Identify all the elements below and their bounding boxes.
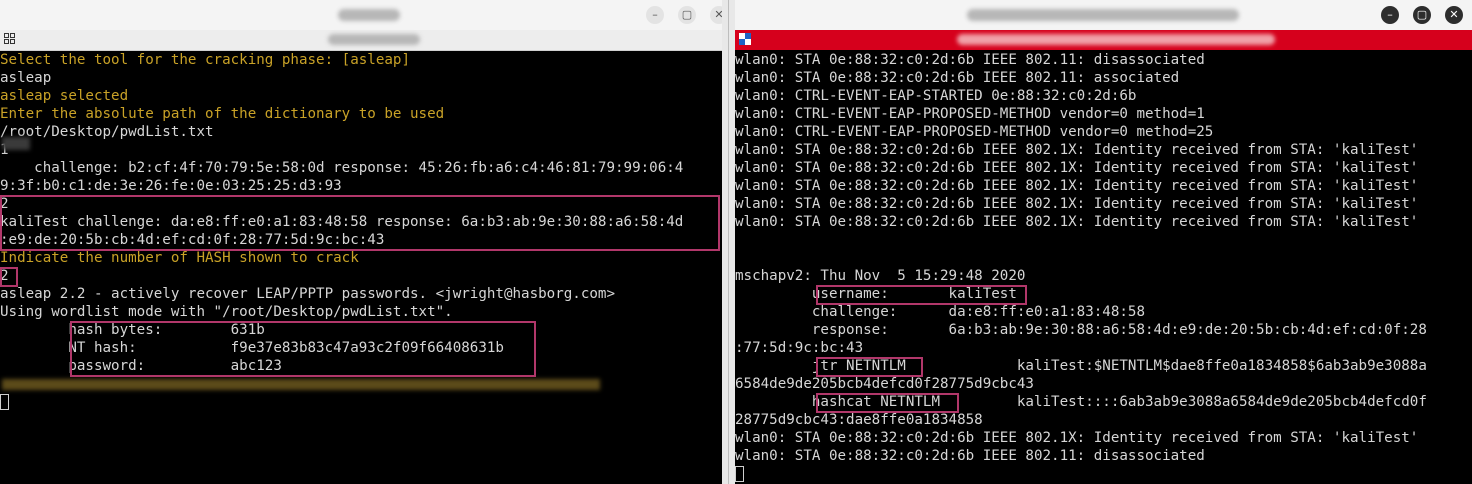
- right-terminal-line: wlan0: STA 0e:88:32:c0:2d:6b IEEE 802.1X…: [735, 430, 1419, 446]
- maximize-icon: ▢: [681, 8, 693, 21]
- left-terminal-line: challenge: b2:cf:4f:70:79:5e:58:0d respo…: [0, 160, 684, 176]
- terminal-menu-icon[interactable]: [739, 33, 751, 45]
- left-terminal-line: asleap: [0, 70, 52, 86]
- right-terminal-line: 6584de9de205bcb4defcd0f28775d9cbc43: [735, 376, 1034, 392]
- right-terminal-line: jtr NETNTLM kaliTest:$NETNTLM$dae8ffe0a1…: [735, 358, 1427, 374]
- right-terminal-line: wlan0: CTRL-EVENT-EAP-PROPOSED-METHOD ve…: [735, 106, 1205, 122]
- right-terminal-line: 28775d9cbc43:dae8ffe0a1834858: [735, 412, 983, 428]
- right-terminal-line: response: 6a:b3:ab:9e:30:88:a6:58:4d:e9:…: [735, 322, 1427, 338]
- left-terminal-line: 2: [0, 196, 9, 212]
- left-tab-title-blurred: [328, 34, 420, 45]
- maximize-button[interactable]: ▢: [1413, 6, 1431, 24]
- right-tab-title-blurred: [957, 34, 1275, 45]
- redacted-username: [2, 137, 30, 150]
- right-terminal-line: username: kaliTest: [735, 286, 1017, 302]
- minimize-button[interactable]: –: [1381, 6, 1399, 24]
- right-terminal-line: wlan0: STA 0e:88:32:c0:2d:6b IEEE 802.1X…: [735, 178, 1419, 194]
- left-terminal-line: kaliTest challenge: da:e8:ff:e0:a1:83:48…: [0, 214, 684, 230]
- right-cursor-line: [735, 465, 1472, 483]
- right-terminal-line: wlan0: STA 0e:88:32:c0:2d:6b IEEE 802.1X…: [735, 142, 1419, 158]
- right-terminal-output[interactable]: wlan0: STA 0e:88:32:c0:2d:6b IEEE 802.11…: [735, 51, 1472, 484]
- left-terminal-output[interactable]: Select the tool for the cracking phase: …: [0, 51, 722, 484]
- right-terminal-line: wlan0: STA 0e:88:32:c0:2d:6b IEEE 802.1X…: [735, 214, 1419, 230]
- right-terminal-line: hashcat NETNTLM kaliTest::::6ab3ab9e3088…: [735, 394, 1427, 410]
- minimize-icon: –: [652, 8, 658, 21]
- left-terminal-line: 2: [0, 268, 9, 284]
- left-terminal-line: Indicate the number of HASH shown to cra…: [0, 250, 359, 266]
- left-titlebar[interactable]: – ▢ ✕: [0, 0, 722, 31]
- window-divider[interactable]: [722, 0, 735, 484]
- close-icon: ✕: [714, 8, 722, 21]
- left-window-title-blurred: [338, 9, 400, 21]
- left-terminal-line: Enter the absolute path of the dictionar…: [0, 106, 445, 122]
- right-terminal-line: mschapv2: Thu Nov 5 15:29:48 2020: [735, 268, 1026, 284]
- minimize-button[interactable]: –: [646, 6, 664, 24]
- right-terminal-line: wlan0: STA 0e:88:32:c0:2d:6b IEEE 802.1X…: [735, 196, 1419, 212]
- right-terminal-line: wlan0: STA 0e:88:32:c0:2d:6b IEEE 802.11…: [735, 70, 1180, 86]
- left-terminal-line: asleap 2.2 - actively recover LEAP/PPTP …: [0, 286, 615, 302]
- left-terminal-line: /root/Desktop/pwdList.txt: [0, 124, 214, 140]
- right-terminal-line: wlan0: STA 0e:88:32:c0:2d:6b IEEE 802.11…: [735, 448, 1205, 464]
- text-cursor: [0, 394, 9, 410]
- text-cursor: [735, 466, 744, 482]
- right-terminal-window: – ▢ ✕ wlan0: STA 0e:88:32:c0:2d:6b IEEE …: [735, 0, 1472, 484]
- left-terminal-line: :e9:de:20:5b:cb:4d:ef:cd:0f:28:77:5d:9c:…: [0, 232, 385, 248]
- maximize-button[interactable]: ▢: [678, 6, 696, 24]
- left-terminal-line: 9:3f:b0:c1:de:3e:26:fe:0e:03:25:25:d3:93: [0, 178, 342, 194]
- minimize-icon: –: [1387, 8, 1393, 21]
- right-terminal-line: wlan0: CTRL-EVENT-EAP-PROPOSED-METHOD ve…: [735, 124, 1214, 140]
- right-terminal-line: wlan0: STA 0e:88:32:c0:2d:6b IEEE 802.1X…: [735, 160, 1419, 176]
- right-terminal-line: [735, 249, 1472, 267]
- right-window-title-blurred: [967, 9, 1239, 21]
- left-cursor-line: [0, 393, 722, 411]
- left-terminal-line: NT hash: f9e37e83b83c47a93c2f09f66408631…: [0, 340, 504, 356]
- maximize-icon: ▢: [1416, 8, 1428, 21]
- right-terminal-line: challenge: da:e8:ff:e0:a1:83:48:58: [735, 304, 1145, 320]
- right-terminal-line: wlan0: CTRL-EVENT-EAP-STARTED 0e:88:32:c…: [735, 88, 1137, 104]
- right-terminal-line: :77:5d:9c:bc:43: [735, 340, 864, 356]
- root-warning-bar: [735, 30, 1472, 50]
- left-terminal-line: hash bytes: 631b: [0, 322, 265, 338]
- split-view-icon[interactable]: [4, 33, 16, 45]
- right-titlebar[interactable]: – ▢ ✕: [735, 0, 1472, 31]
- left-terminal-line: Using wordlist mode with "/root/Desktop/…: [0, 304, 453, 320]
- left-terminal-line: Select the tool for the cracking phase: …: [0, 52, 410, 68]
- left-terminal-line: 1: [0, 142, 9, 158]
- left-terminal-window: – ▢ ✕ Select the tool for the cracking p…: [0, 0, 722, 484]
- right-terminal-line: wlan0: STA 0e:88:32:c0:2d:6b IEEE 802.11…: [735, 52, 1205, 68]
- close-icon: ✕: [1449, 8, 1459, 21]
- close-button[interactable]: ✕: [1445, 6, 1463, 24]
- left-terminal-line: password: abc123: [0, 358, 282, 374]
- right-terminal-line: [735, 231, 1472, 249]
- left-terminal-line: asleap selected: [0, 88, 129, 104]
- left-tab-bar: [0, 30, 722, 51]
- redacted-prompt-line: [2, 379, 600, 390]
- close-button[interactable]: ✕: [710, 6, 722, 24]
